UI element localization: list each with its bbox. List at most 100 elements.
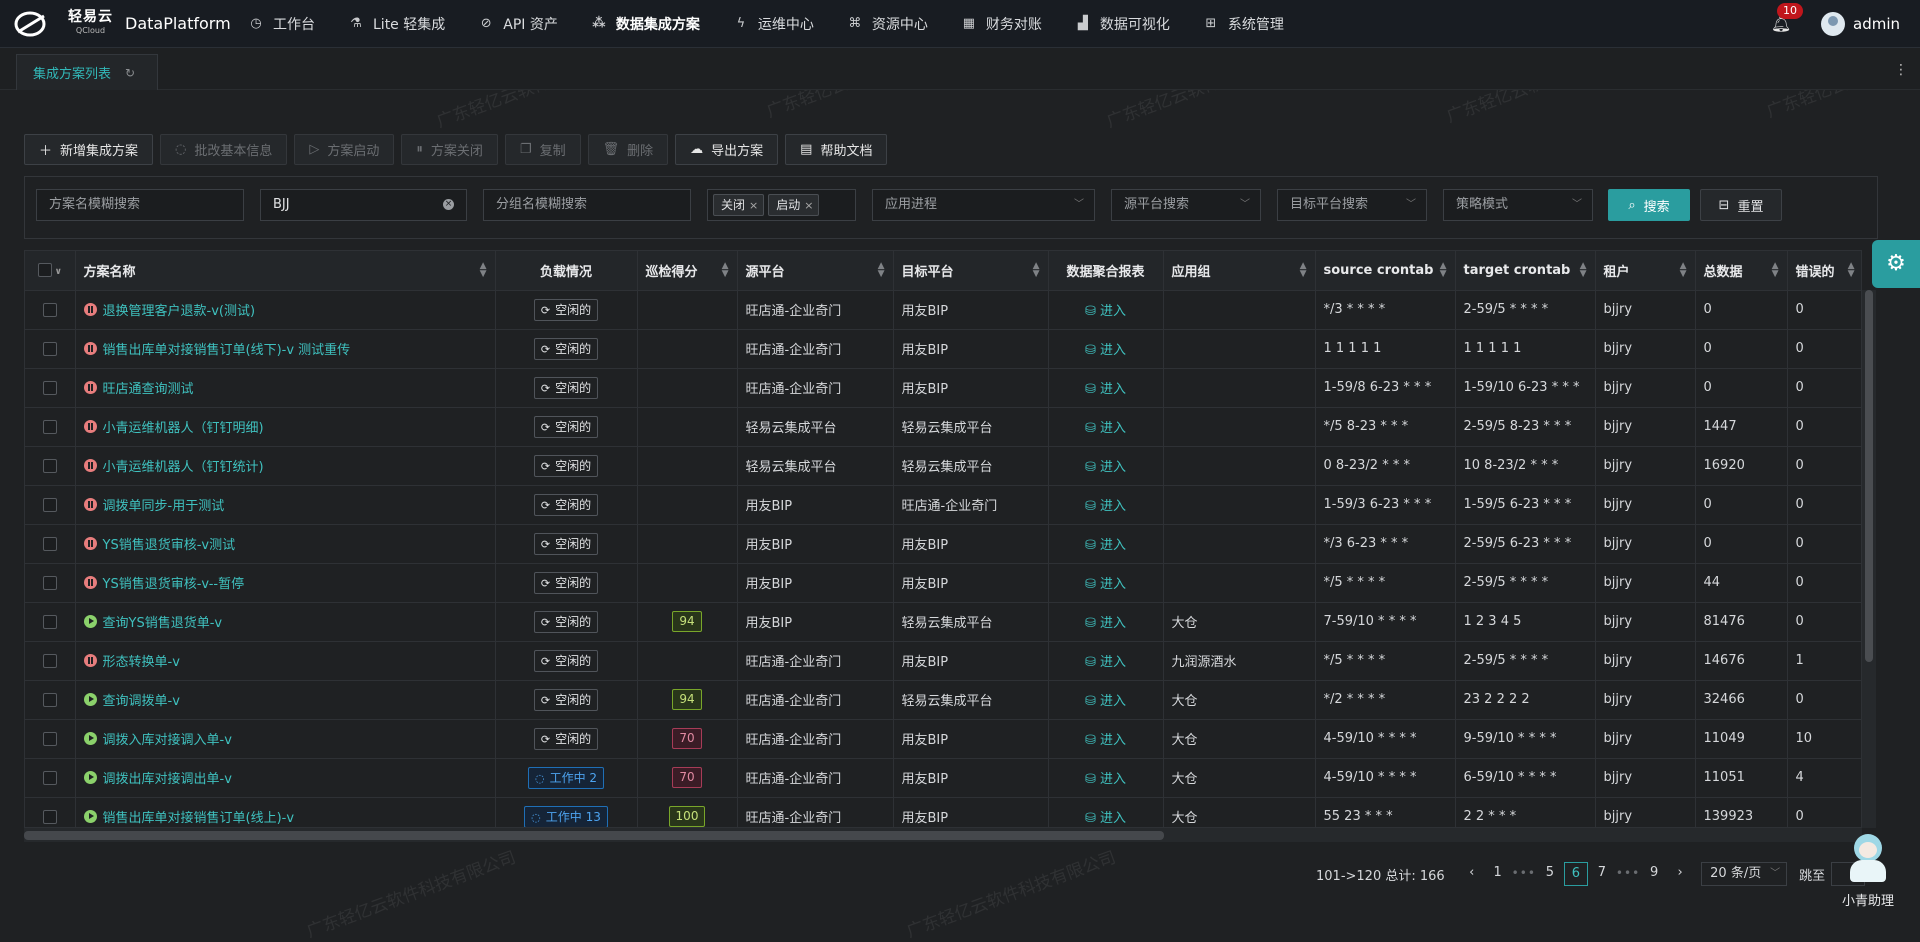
enter-report-link[interactable]: ⛁ 进入 xyxy=(1085,421,1126,436)
row-checkbox[interactable] xyxy=(42,770,57,785)
col-target-cron[interactable]: target crontab ▲ ▼ xyxy=(1455,251,1596,291)
sort-icon[interactable]: ▲ ▼ xyxy=(1580,262,1587,279)
select-all-checkbox[interactable] xyxy=(37,263,52,278)
row-checkbox[interactable] xyxy=(42,536,57,551)
play-status-icon[interactable] xyxy=(83,732,97,745)
sort-icon[interactable]: ▲ ▼ xyxy=(722,262,729,279)
row-select-cell[interactable] xyxy=(25,290,76,330)
row-select-cell[interactable] xyxy=(25,563,76,603)
enter-report-link[interactable]: ⛁ 进入 xyxy=(1085,616,1126,631)
enter-report-link[interactable]: ⛁ 进入 xyxy=(1085,499,1126,514)
nav-item-7[interactable]: ▟ 数据可视化 xyxy=(1059,0,1187,48)
col-source-cron[interactable]: source crontab ▲ ▼ xyxy=(1315,251,1456,291)
search-button[interactable]: ⌕ 搜索 xyxy=(1608,189,1690,221)
page-7[interactable]: 7 xyxy=(1590,862,1614,886)
select-all-header[interactable]: ∨ xyxy=(25,251,76,291)
pause-status-icon[interactable] xyxy=(83,576,97,589)
page-1[interactable]: 1 xyxy=(1486,862,1510,886)
nav-item-5[interactable]: ⌘ 资源中心 xyxy=(831,0,945,48)
row-select-cell[interactable] xyxy=(25,524,76,564)
delete-button[interactable]: 🗑︎ 删除 xyxy=(587,134,669,165)
row-checkbox[interactable] xyxy=(42,341,57,356)
more-vertical-icon[interactable]: ⋮ xyxy=(1894,62,1908,78)
solution-name-link[interactable]: 小青运维机器人（钉钉明细) xyxy=(103,421,264,436)
source-platform-select[interactable]: 源平台搜索 ﹀ xyxy=(1111,189,1261,221)
settings-gear-button[interactable]: ⚙ xyxy=(1872,240,1920,288)
table-row[interactable]: 查询调拨单-v ⟳ 空闲的 94 旺店通-企业奇门 轻易云集成平台 ⛁ 进入 大仓… xyxy=(25,680,1861,720)
table-row[interactable]: 小青运维机器人（钉钉统计) ⟳ 空闲的 轻易云集成平台 轻易云集成平台 ⛁ 进入 … xyxy=(25,446,1861,486)
enter-report-link[interactable]: ⛁ 进入 xyxy=(1085,577,1126,592)
scroll-thumb[interactable] xyxy=(24,831,1164,840)
start-solution-button[interactable]: ▷ 方案启动 xyxy=(294,134,395,165)
pause-status-icon[interactable] xyxy=(83,459,97,472)
solution-name-link[interactable]: 销售出库单对接销售订单(线上)-v xyxy=(103,811,295,826)
status-chip-started[interactable]: 启动 × xyxy=(768,194,820,216)
process-select[interactable]: 应用进程 ﹀ xyxy=(872,189,1095,221)
play-status-icon[interactable] xyxy=(83,693,97,706)
col-tenant[interactable]: 租户 ▲ ▼ xyxy=(1595,251,1696,291)
enter-report-link[interactable]: ⛁ 进入 xyxy=(1085,733,1126,748)
solution-name-link[interactable]: 形态转换单-v xyxy=(103,655,180,670)
close-icon[interactable]: × xyxy=(749,199,758,212)
enter-report-link[interactable]: ⛁ 进入 xyxy=(1085,304,1126,319)
col-score[interactable]: 巡检得分 ▲ ▼ xyxy=(637,251,738,291)
table-row[interactable]: 调拨单同步-用于测试 ⟳ 空闲的 用友BIP 旺店通-企业奇门 ⛁ 进入 1-59… xyxy=(25,485,1861,525)
enter-report-link[interactable]: ⛁ 进入 xyxy=(1085,382,1126,397)
pause-status-icon[interactable] xyxy=(83,498,97,511)
add-solution-button[interactable]: ＋ 新增集成方案 xyxy=(24,134,154,165)
close-solution-button[interactable]: ⏸︎ 方案关闭 xyxy=(401,134,498,165)
sort-icon[interactable]: ▲ ▼ xyxy=(878,262,885,279)
sort-icon[interactable]: ▲ ▼ xyxy=(480,262,487,279)
enter-report-link[interactable]: ⛁ 进入 xyxy=(1085,538,1126,553)
enter-report-link[interactable]: ⛁ 进入 xyxy=(1085,811,1126,826)
row-select-cell[interactable] xyxy=(25,680,76,720)
notification-bell[interactable]: 🔔︎ 10 xyxy=(1769,3,1803,36)
row-checkbox[interactable] xyxy=(42,653,57,668)
solution-name-link[interactable]: YS销售退货审核-v测试 xyxy=(103,538,236,553)
row-checkbox[interactable] xyxy=(42,380,57,395)
table-row[interactable]: 形态转换单-v ⟳ 空闲的 旺店通-企业奇门 用友BIP ⛁ 进入 九润源酒水 *… xyxy=(25,641,1861,681)
table-row[interactable]: YS销售退货审核-v测试 ⟳ 空闲的 用友BIP 用友BIP ⛁ 进入 */3 6… xyxy=(25,524,1861,564)
row-checkbox[interactable] xyxy=(42,809,57,824)
sort-icon[interactable]: ▲ ▼ xyxy=(1680,262,1687,279)
row-select-cell[interactable] xyxy=(25,485,76,525)
play-status-icon[interactable] xyxy=(83,771,97,784)
row-checkbox[interactable] xyxy=(42,731,57,746)
more-pages-icon[interactable]: ••• xyxy=(1616,862,1640,886)
keyword-input[interactable]: BJJ × xyxy=(260,189,467,221)
status-chip-closed[interactable]: 关闭 × xyxy=(713,194,765,216)
close-icon[interactable]: × xyxy=(804,199,813,212)
pause-status-icon[interactable] xyxy=(83,420,97,433)
col-name[interactable]: 方案名称 ▲ ▼ xyxy=(75,251,496,291)
row-checkbox[interactable] xyxy=(42,692,57,707)
refresh-icon[interactable]: ↻ xyxy=(125,66,135,80)
solution-name-link[interactable]: 查询YS销售退货单-v xyxy=(103,616,223,631)
strategy-select[interactable]: 策略模式 ﹀ xyxy=(1443,189,1593,221)
solution-name-link[interactable]: 旺店通查询测试 xyxy=(103,382,194,397)
row-checkbox[interactable] xyxy=(42,575,57,590)
table-row[interactable]: 旺店通查询测试 ⟳ 空闲的 旺店通-企业奇门 用友BIP ⛁ 进入 1-59/8 … xyxy=(25,368,1861,408)
username[interactable]: admin xyxy=(1853,15,1900,33)
pause-status-icon[interactable] xyxy=(83,342,97,355)
pause-status-icon[interactable] xyxy=(83,303,97,316)
scroll-thumb[interactable] xyxy=(1865,290,1873,662)
row-select-cell[interactable] xyxy=(25,758,76,798)
prev-page-icon[interactable]: ‹ xyxy=(1460,862,1484,886)
nav-item-8[interactable]: ⊞ 系统管理 xyxy=(1187,0,1301,48)
row-select-cell[interactable] xyxy=(25,719,76,759)
row-select-cell[interactable] xyxy=(25,446,76,486)
enter-report-link[interactable]: ⛁ 进入 xyxy=(1085,772,1126,787)
sort-icon[interactable]: ▲ ▼ xyxy=(1848,262,1855,279)
nav-item-6[interactable]: ▦ 财务对账 xyxy=(945,0,1059,48)
col-group[interactable]: 应用组 ▲ ▼ xyxy=(1163,251,1316,291)
row-checkbox[interactable] xyxy=(42,419,57,434)
solution-name-link[interactable]: YS销售退货审核-v--暂停 xyxy=(103,577,245,592)
batch-edit-button[interactable]: ◌ 批改基本信息 xyxy=(160,134,288,165)
nav-item-1[interactable]: ⚗ Lite 轻集成 xyxy=(332,0,462,48)
sort-icon[interactable]: ▲ ▼ xyxy=(1440,262,1447,279)
sort-icon[interactable]: ▲ ▼ xyxy=(1300,262,1307,279)
nav-item-0[interactable]: ◷ 工作台 xyxy=(232,0,332,48)
page-5[interactable]: 5 xyxy=(1538,862,1562,886)
clear-icon[interactable]: × xyxy=(443,199,454,210)
table-row[interactable]: 调拨出库对接调出单-v ◌ 工作中 2 70 旺店通-企业奇门 用友BIP ⛁ 进… xyxy=(25,758,1861,798)
